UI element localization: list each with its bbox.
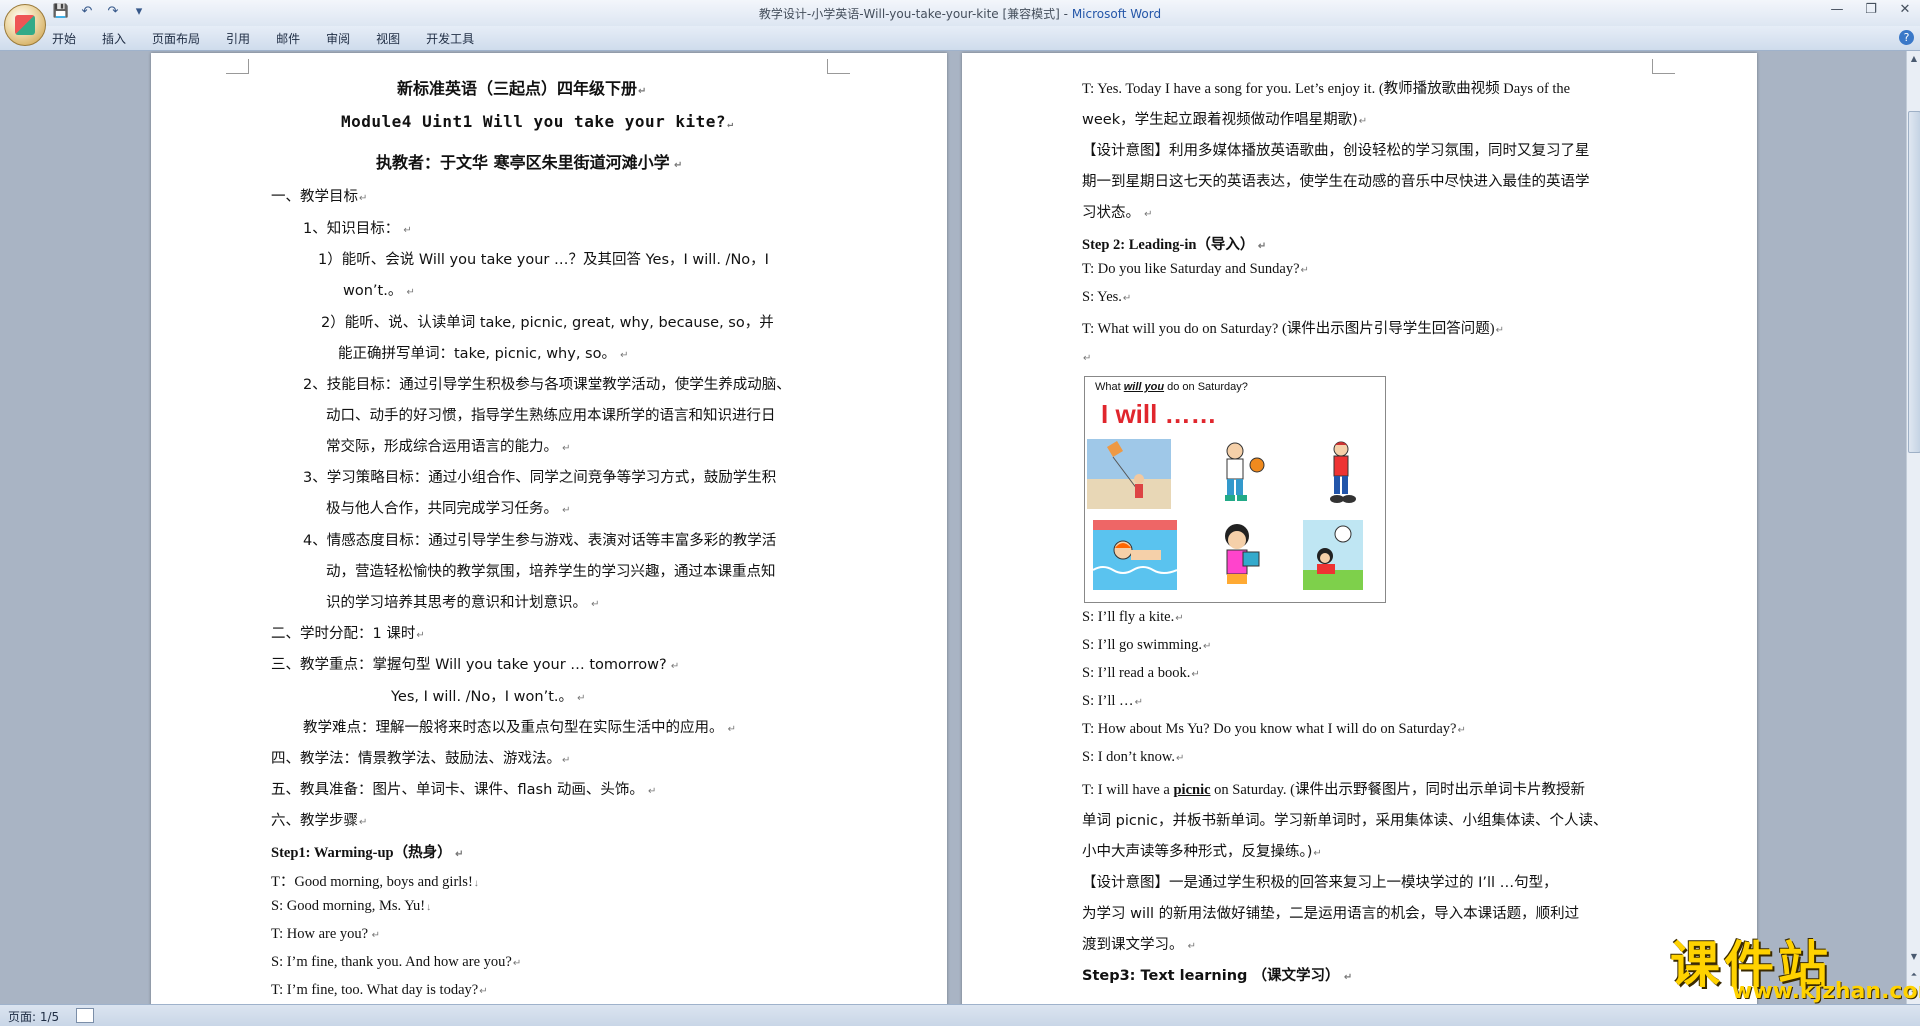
picture-headline: I will …… — [1101, 399, 1217, 429]
minimize-icon[interactable]: — — [1828, 2, 1846, 17]
site-watermark: 课件站 www.kjzhan.com — [1670, 925, 1920, 1005]
ribbon-tab-bar: 开始 插入 页面布局 引用 邮件 审阅 视图 开发工具 ? — [0, 26, 1920, 51]
girl-reading-image — [1197, 520, 1281, 590]
doc-line: S: I don’t know.↵ — [1082, 749, 1185, 765]
doc-line: 三、教学重点：掌握句型 Will you take your … tomorro… — [271, 657, 680, 673]
doc-line: 单词 picnic，并板书新单词。学习新单词时，采用集体读、小组集体读、个人读、 — [1082, 813, 1608, 829]
margin-mark — [1652, 59, 1675, 74]
doc-author: 执教者：于文华 寒亭区朱里街道河滩小学 ↵ — [376, 153, 683, 172]
tab-developer[interactable]: 开发工具 — [426, 30, 474, 47]
doc-line: 常交际，形成综合运用语言的能力。 ↵ — [326, 439, 571, 455]
picture-question: What will you do on Saturday? — [1095, 381, 1248, 393]
watermark-url: www.kjzhan.com — [1732, 979, 1920, 1004]
doc-step-heading: Step3: Text learning （课文学习） ↵ — [1082, 968, 1353, 984]
doc-line: week，学生起立跟着视频做动作唱星期歌)↵ — [1082, 112, 1368, 128]
doc-line: 能正确拼写单词：take, picnic, why, so。 ↵ — [338, 346, 629, 362]
doc-step-heading: Step 2: Leading-in（导入） ↵ — [1082, 237, 1267, 253]
doc-line: 2）能听、说、认读单词 take, picnic, great, why, be… — [321, 315, 774, 331]
doc-line: 六、教学步骤↵ — [271, 813, 368, 829]
doc-line: 一、教学目标↵ — [271, 189, 368, 205]
margin-mark — [226, 59, 249, 74]
scroll-thumb[interactable] — [1908, 111, 1920, 453]
doc-line: 2、技能目标：通过引导学生积极参与各项课堂教学活动，使学生养成动脑、 — [303, 377, 791, 393]
doc-line: 习状态。 ↵ — [1082, 205, 1153, 221]
document-title: 教学设计-小学英语-Will-you-take-your-kite [兼容模式] — [758, 7, 1060, 21]
tab-mailings[interactable]: 邮件 — [276, 30, 300, 47]
doc-line: 1、知识目标： ↵ — [303, 221, 412, 237]
doc-line: T: I’m fine, too. What day is today?↵ — [271, 982, 488, 998]
doc-step-heading: Step1: Warming-up（热身） ↵ — [271, 845, 464, 861]
vertical-scrollbar[interactable]: ▲ ▼ ⏶ ⏷ — [1906, 51, 1920, 1004]
doc-line: T: How about Ms Yu? Do you know what I w… — [1082, 721, 1466, 737]
doc-line: 4、情感态度目标：通过引导学生参与游戏、表演对话等丰富多彩的教学活 — [303, 533, 777, 549]
paragraph-mark: ↵ — [1083, 353, 1092, 364]
embedded-picture[interactable]: What will you do on Saturday? I will …… — [1084, 376, 1386, 603]
doc-line: T：Good morning, boys and girls!↓ — [271, 874, 479, 890]
doc-line: T: Do you like Saturday and Sunday?↵ — [1082, 261, 1309, 277]
tab-page-layout[interactable]: 页面布局 — [152, 30, 200, 47]
doc-line: 动，营造轻松愉快的教学氛围，培养学生的学习兴趣，通过本课重点知 — [326, 564, 776, 580]
doc-line: 小中大声读等多种形式，反复操练。)↵ — [1082, 844, 1322, 860]
doc-line: 四、教学法：情景教学法、鼓励法、游戏法。↵ — [271, 751, 571, 767]
doc-line: S: I’ll fly a kite.↵ — [1082, 609, 1184, 625]
window-title: 教学设计-小学英语-Will-you-take-your-kite [兼容模式]… — [758, 7, 1162, 21]
doc-line: S: I’ll go swimming.↵ — [1082, 637, 1212, 653]
doc-line: 为学习 will 的新用法做好铺垫，二是运用语言的机会，导入本课话题，顺利过 — [1082, 906, 1580, 922]
doc-line: 【设计意图】一是通过学生积极的回答来复习上一模块学过的 I’ll …句型， — [1082, 875, 1558, 891]
football-image — [1303, 520, 1387, 590]
doc-subheading: Module4 Uint1 Will you take your kite?↵ — [341, 112, 734, 131]
office-button[interactable] — [4, 4, 46, 46]
help-icon[interactable]: ? — [1899, 30, 1914, 45]
doc-line: 五、教具准备：图片、单词卡、课件、flash 动画、头饰。 ↵ — [271, 782, 657, 798]
tab-insert[interactable]: 插入 — [102, 30, 126, 47]
doc-line: 渡到课文学习。 ↵ — [1082, 937, 1197, 953]
doc-line: S: I’ll read a book.↵ — [1082, 665, 1200, 681]
doc-line: S: Yes.↵ — [1082, 289, 1132, 305]
tab-references[interactable]: 引用 — [226, 30, 250, 47]
document-page-1[interactable]: 新标准英语（三起点）四年级下册↵ Module4 Uint1 Will you … — [151, 53, 947, 1004]
doc-line: T: What will you do on Saturday? (课件出示图片… — [1082, 321, 1505, 337]
doc-line: won’t.。 ↵ — [343, 283, 415, 299]
app-name: Microsoft Word — [1071, 7, 1162, 21]
restore-icon[interactable]: ❐ — [1862, 2, 1880, 17]
window-controls: — ❐ ✕ — [1828, 2, 1914, 17]
doc-line: S: I’ll …↵ — [1082, 693, 1143, 709]
title-bar: 💾 ↶ ↷ ▾ 教学设计-小学英语-Will-you-take-your-kit… — [0, 0, 1920, 26]
doc-line: 3、学习策略目标：通过小组合作、同学之间竞争等学习方式，鼓励学生积 — [303, 470, 777, 486]
document-page-2[interactable]: T: Yes. Today I have a song for you. Let… — [962, 53, 1757, 1004]
doc-line: 动口、动手的好习惯，指导学生熟练应用本课所学的语言和知识进行日 — [326, 408, 776, 424]
doc-line: S: Good morning, Ms. Yu!↓ — [271, 898, 432, 914]
doc-line: 1）能听、会说 Will you take your …？及其回答 Yes，I … — [318, 252, 769, 268]
margin-mark — [827, 59, 850, 74]
document-workspace: 新标准英语（三起点）四年级下册↵ Module4 Uint1 Will you … — [0, 51, 1906, 1004]
proofing-icon[interactable] — [76, 1008, 94, 1023]
doc-line: Yes, I will. /No，I won’t.。 ↵ — [391, 689, 586, 705]
kite-beach-image — [1087, 439, 1171, 509]
doc-line: 二、学时分配：1 课时↵ — [271, 626, 425, 642]
vocab-word-picnic: picnic — [1173, 782, 1211, 798]
doc-heading: 新标准英语（三起点）四年级下册↵ — [397, 79, 647, 98]
doc-line: 教学难点：理解一般将来时态以及重点句型在实际生活中的应用。 ↵ — [303, 720, 737, 736]
boy-running-image — [1301, 439, 1385, 509]
doc-line: S: I’m fine, thank you. And how are you?… — [271, 954, 522, 970]
close-icon[interactable]: ✕ — [1896, 2, 1914, 17]
page-count[interactable]: 页面: 1/5 — [8, 1008, 59, 1025]
office-logo-icon — [15, 15, 35, 35]
boy-basketball-image — [1197, 439, 1281, 509]
doc-line: 【设计意图】利用多媒体播放英语歌曲，创设轻松的学习氛围，同时又复习了星 — [1082, 143, 1590, 159]
doc-line: T: I will have a picnic on Saturday. (课件… — [1082, 782, 1585, 798]
doc-line: T: How are you? ↵ — [271, 926, 381, 942]
doc-line: 识的学习培养其思考的意识和计划意识。 ↵ — [326, 595, 600, 611]
tab-home[interactable]: 开始 — [52, 30, 76, 47]
status-bar: 页面: 1/5 — [0, 1004, 1920, 1026]
tab-review[interactable]: 审阅 — [326, 30, 350, 47]
scroll-up-icon[interactable]: ▲ — [1908, 53, 1920, 65]
doc-line: 期一到星期日这七天的英语表达，使学生在动感的音乐中尽快进入最佳的英语学 — [1082, 174, 1590, 190]
tab-view[interactable]: 视图 — [376, 30, 400, 47]
doc-line: T: Yes. Today I have a song for you. Let… — [1082, 81, 1571, 97]
doc-line: 极与他人合作，共同完成学习任务。 ↵ — [326, 501, 571, 517]
boy-swimming-image — [1092, 520, 1178, 590]
